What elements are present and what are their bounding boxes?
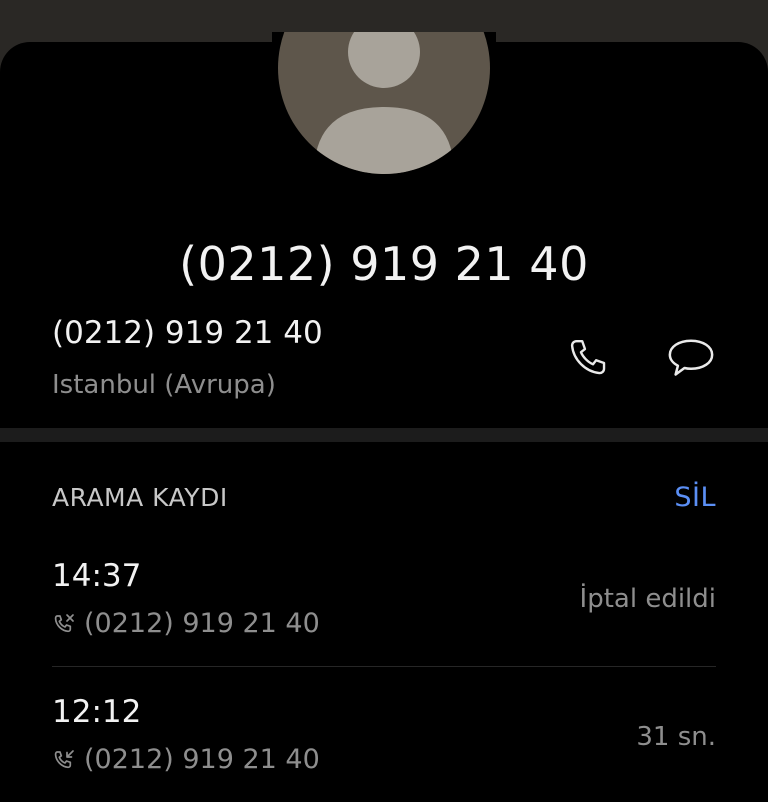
- call-log-item[interactable]: 14:37 (0212) 919 21 40 İptal edildi: [52, 558, 716, 667]
- chat-bubble-icon: [668, 339, 714, 376]
- section-divider: [0, 428, 768, 442]
- call-log-title: ARAMA KAYDI: [52, 483, 228, 512]
- call-status: 31 sn.: [636, 722, 716, 752]
- call-number: (0212) 919 21 40: [84, 608, 320, 639]
- call-number-line: (0212) 919 21 40: [52, 744, 320, 775]
- number-location: Istanbul (Avrupa): [52, 370, 276, 400]
- call-number-line: (0212) 919 21 40: [52, 608, 320, 639]
- person-placeholder-icon: [278, 32, 490, 174]
- phone-icon: [570, 339, 606, 375]
- contact-title: (0212) 919 21 40: [179, 237, 589, 291]
- call-button[interactable]: [559, 328, 619, 388]
- call-log-item[interactable]: 12:12 (0212) 919 21 40 31 sn.: [52, 694, 716, 784]
- call-number: (0212) 919 21 40: [84, 744, 320, 775]
- contact-detail-sheet: (0212) 919 21 40: [0, 32, 768, 802]
- call-time: 14:37: [52, 558, 142, 594]
- outgoing-call-icon: [52, 611, 78, 637]
- call-time: 12:12: [52, 694, 142, 730]
- phone-number[interactable]: (0212) 919 21 40: [52, 315, 323, 351]
- avatar: [272, 32, 496, 192]
- delete-log-button[interactable]: SİL: [674, 482, 716, 513]
- call-status: İptal edildi: [579, 584, 716, 614]
- message-button[interactable]: [661, 328, 721, 388]
- incoming-call-icon: [52, 747, 78, 773]
